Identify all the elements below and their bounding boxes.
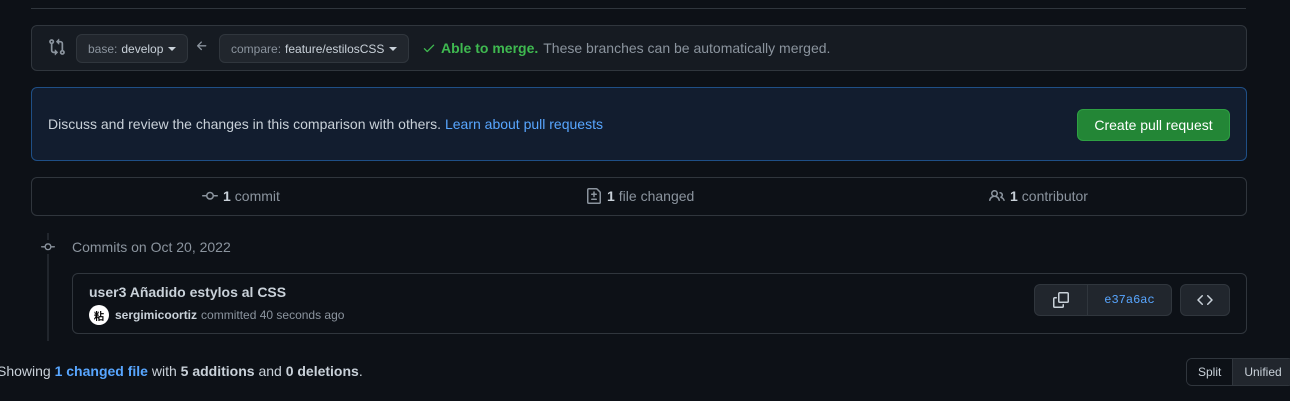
base-branch-selector[interactable]: base: develop xyxy=(76,34,188,63)
commits-summary[interactable]: 1 commit xyxy=(202,188,280,204)
commit-item: user3 Añadido estylos al CSS 粘 sergimico… xyxy=(72,273,1247,334)
showing-and: and xyxy=(258,363,282,379)
commits-date-heading: Commits on Oct 20, 2022 xyxy=(72,239,231,255)
divider xyxy=(31,8,1246,9)
copy-sha-button[interactable] xyxy=(1035,285,1088,315)
unified-view-button[interactable]: Unified xyxy=(1233,359,1290,385)
diff-view-toggle: Split Unified xyxy=(1186,358,1290,386)
browse-repo-button[interactable] xyxy=(1180,284,1230,316)
merge-ok-label: Able to merge. xyxy=(441,40,539,56)
commits-count: 1 xyxy=(223,188,231,204)
git-commit-icon xyxy=(202,191,218,200)
showing-prefix: Showing xyxy=(0,363,51,379)
discuss-banner: Discuss and review the changes in this c… xyxy=(31,87,1247,161)
avatar[interactable]: 粘 xyxy=(89,305,109,325)
base-branch-name: develop xyxy=(121,41,164,56)
contributors-summary[interactable]: 1 contributor xyxy=(989,188,1088,204)
caret-down-icon xyxy=(389,46,398,51)
learn-pull-requests-link[interactable]: Learn about pull requests xyxy=(445,116,603,132)
files-label: file changed xyxy=(618,188,695,204)
showing-with: with xyxy=(151,363,177,379)
compare-branch-selector[interactable]: compare: feature/estilosCSS xyxy=(219,34,409,63)
copy-icon xyxy=(1053,292,1069,308)
diff-stats: Showing 1 changed file with 5 additions … xyxy=(0,363,363,379)
commit-title-link[interactable]: user3 Añadido estylos al CSS xyxy=(89,284,286,300)
changed-files-link[interactable]: 1 changed file xyxy=(55,363,148,379)
create-pull-request-button[interactable]: Create pull request xyxy=(1077,109,1230,141)
people-icon xyxy=(989,189,1005,202)
commit-action-text: committed 40 seconds ago xyxy=(201,308,345,322)
compare-bar: base: develop compare: feature/estilosCS… xyxy=(31,25,1247,71)
check-icon xyxy=(422,41,436,55)
showing-suffix: . xyxy=(358,363,363,379)
merge-description: These branches can be automatically merg… xyxy=(543,40,831,56)
base-prefix: base: xyxy=(88,41,118,56)
contributors-count: 1 xyxy=(1010,188,1018,204)
merge-status: Able to merge. These branches can be aut… xyxy=(422,40,830,56)
contributors-label: contributor xyxy=(1021,188,1088,204)
discuss-text: Discuss and review the changes in this c… xyxy=(48,116,603,132)
git-compare-icon xyxy=(48,38,66,56)
compare-summary: 1 commit 1 file changed 1 contributor xyxy=(31,177,1247,216)
compare-branch-name: feature/estilosCSS xyxy=(285,41,385,56)
deletions-count: 0 deletions xyxy=(285,363,359,379)
code-icon xyxy=(1197,294,1213,306)
compare-prefix: compare: xyxy=(231,41,282,56)
additions-count: 5 additions xyxy=(180,363,255,379)
files-count: 1 xyxy=(607,188,615,204)
commit-sha-group: e37a6ac xyxy=(1034,284,1172,316)
file-diff-icon xyxy=(587,188,601,204)
commit-author-link[interactable]: sergimicoortiz xyxy=(115,308,197,322)
commits-label: commit xyxy=(234,188,280,204)
commit-sha-link[interactable]: e37a6ac xyxy=(1088,285,1171,315)
caret-down-icon xyxy=(168,46,177,51)
commit-dot-icon xyxy=(40,240,56,254)
arrow-left-icon xyxy=(195,39,209,53)
files-summary[interactable]: 1 file changed xyxy=(586,188,694,204)
commit-meta: 粘 sergimicoortiz committed 40 seconds ag… xyxy=(89,305,344,325)
discuss-message: Discuss and review the changes in this c… xyxy=(48,116,441,132)
split-view-button[interactable]: Split xyxy=(1187,359,1234,385)
